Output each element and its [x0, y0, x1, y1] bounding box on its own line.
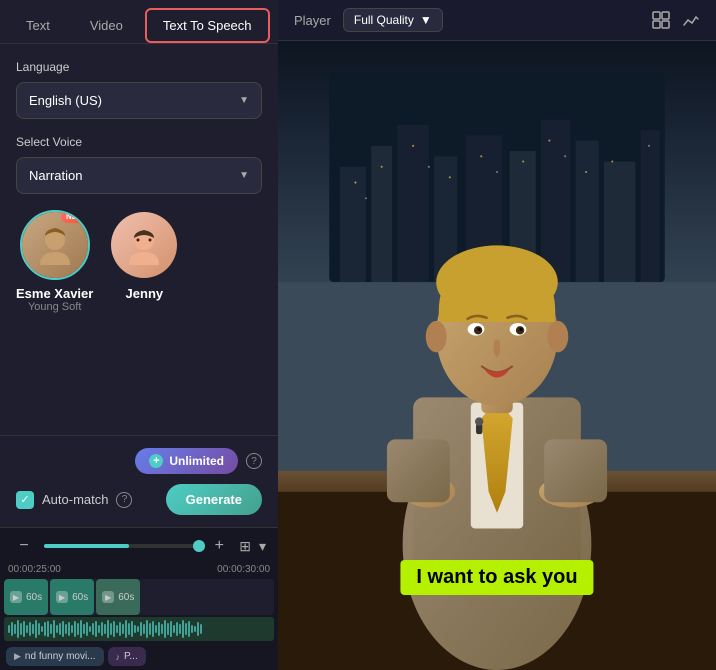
left-panel: Text Video Text To Speech Language Engli…	[0, 0, 278, 670]
clip-video[interactable]: ▶ nd funny movi...	[6, 647, 104, 666]
timeline-minus-button[interactable]: −	[12, 534, 36, 558]
unlimited-row: + Unlimited ?	[16, 448, 262, 474]
left-content: Language English (US) ▼ Select Voice Nar…	[0, 44, 278, 435]
chevron-down-icon: ▼	[420, 13, 432, 27]
voice-avatar-esme: NEW	[20, 210, 90, 280]
unlimited-help-icon[interactable]: ?	[246, 453, 262, 469]
voice-name-jenny: Jenny	[126, 286, 164, 301]
tab-tts[interactable]: Text To Speech	[145, 8, 270, 43]
unlimited-button[interactable]: + Unlimited	[135, 448, 238, 474]
track-segment-1[interactable]: ▶ 60s	[4, 579, 48, 615]
voice-type-value: Narration	[29, 168, 82, 183]
timeline-slider[interactable]	[44, 544, 199, 548]
clip-music-label: P...	[124, 651, 138, 662]
quality-value: Full Quality	[354, 13, 414, 27]
auto-match-left: ✓ Auto-match ?	[16, 491, 132, 509]
video-scene: I want to ask you	[278, 41, 716, 670]
timeline-controls: − + ⊞ ▾	[0, 528, 278, 564]
chevron-down-icon: ▼	[239, 170, 249, 181]
play-icon: ▶	[10, 591, 22, 603]
timeline-grid-button[interactable]: ⊞	[239, 538, 251, 555]
track-segment-2[interactable]: ▶ 60s	[50, 579, 94, 615]
voice-card-esme[interactable]: NEW Esme Xavier Young Soft	[16, 210, 93, 313]
timestamp-start: 00:00:25:00	[8, 564, 61, 575]
auto-match-help-icon[interactable]: ?	[116, 492, 132, 508]
video-clip-icon: ▶	[14, 651, 21, 662]
new-badge: NEW	[61, 210, 90, 223]
voice-avatar-jenny	[109, 210, 179, 280]
bottom-controls: + Unlimited ? ✓ Auto-match ? Generate	[0, 435, 278, 527]
analytics-button[interactable]	[682, 11, 700, 29]
timeline: − + ⊞ ▾ 00:00:25:00 00:00:30:00 ▶ 60s ▶ …	[0, 527, 278, 670]
track-segment-3[interactable]: ▶ 60s	[96, 579, 140, 615]
timeline-slider-fill	[44, 544, 129, 548]
select-voice-label: Select Voice	[16, 135, 262, 149]
language-value: English (US)	[29, 93, 102, 108]
voice-type-dropdown[interactable]: Narration ▼	[16, 157, 262, 194]
video-area: I want to ask you	[278, 41, 716, 670]
voices-grid: NEW Esme Xavier Young Soft	[16, 210, 262, 313]
auto-match-label: Auto-match	[42, 492, 108, 507]
play-icon: ▶	[102, 591, 114, 603]
voice-card-jenny[interactable]: Jenny	[109, 210, 179, 313]
plus-icon: +	[149, 454, 163, 468]
voice-subtitle-esme: Young Soft	[28, 301, 81, 313]
music-clip-icon: ♪	[116, 652, 121, 662]
tab-bar: Text Video Text To Speech	[0, 0, 278, 44]
timeline-arrow-button[interactable]: ▾	[259, 538, 266, 555]
grid-view-button[interactable]	[652, 11, 670, 29]
unlimited-label: Unlimited	[169, 454, 224, 468]
auto-match-row: ✓ Auto-match ? Generate	[16, 484, 262, 515]
header-icons	[652, 11, 700, 29]
waveform-track	[4, 617, 274, 641]
right-panel: Player Full Quality ▼	[278, 0, 716, 670]
clip-music[interactable]: ♪ P...	[108, 647, 146, 666]
play-icon: ▶	[56, 591, 68, 603]
voice-name-esme: Esme Xavier	[16, 286, 93, 301]
subtitle-text: I want to ask you	[400, 560, 593, 595]
waveform-bars	[4, 617, 206, 641]
clip-video-label: nd funny movi...	[25, 651, 96, 662]
timeline-timestamps: 00:00:25:00 00:00:30:00	[0, 564, 278, 575]
chevron-down-icon: ▼	[239, 95, 249, 106]
quality-dropdown[interactable]: Full Quality ▼	[343, 8, 443, 32]
timestamp-end: 00:00:30:00	[217, 564, 270, 575]
language-dropdown[interactable]: English (US) ▼	[16, 82, 262, 119]
tab-video[interactable]: Video	[72, 8, 141, 43]
timeline-video-track: ▶ 60s ▶ 60s ▶ 60s	[4, 579, 274, 615]
player-header: Player Full Quality ▼	[278, 0, 716, 41]
language-label: Language	[16, 60, 262, 74]
generate-button[interactable]: Generate	[166, 484, 262, 515]
player-label: Player	[294, 13, 331, 28]
timeline-thumb	[193, 540, 205, 552]
auto-match-checkbox[interactable]: ✓	[16, 491, 34, 509]
tab-text[interactable]: Text	[8, 8, 68, 43]
bottom-timeline: ▶ nd funny movi... ♪ P...	[0, 643, 278, 670]
timeline-plus-button[interactable]: +	[207, 534, 231, 558]
